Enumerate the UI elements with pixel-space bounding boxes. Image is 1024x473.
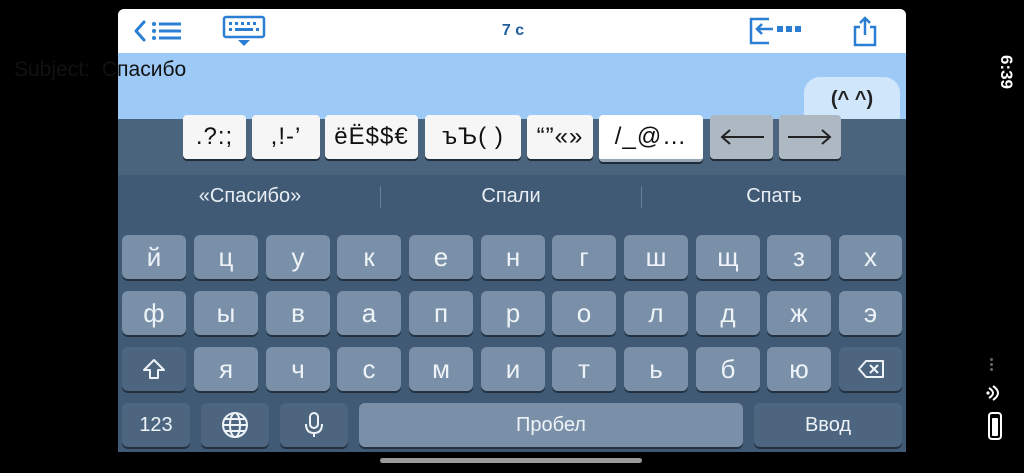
cursor-right-key[interactable] — [779, 115, 841, 159]
globe-key[interactable] — [201, 403, 269, 447]
key[interactable]: л — [624, 291, 688, 335]
share-button[interactable] — [846, 9, 884, 53]
symbol-key-punctuation[interactable]: .?:; — [183, 115, 246, 159]
key[interactable]: и — [481, 347, 545, 391]
key[interactable]: а — [337, 291, 401, 335]
key[interactable]: в — [266, 291, 330, 335]
key[interactable]: д — [696, 291, 760, 335]
key[interactable]: м — [409, 347, 473, 391]
suggestion-2[interactable]: Спали — [382, 176, 640, 216]
suggestion-3[interactable]: Спать — [643, 176, 905, 216]
numbers-key[interactable]: 123 — [122, 403, 190, 447]
suggestion-divider — [380, 186, 381, 208]
home-indicator[interactable] — [380, 458, 642, 463]
space-bar[interactable]: Пробел — [359, 403, 743, 447]
arrow-right-icon — [788, 129, 832, 145]
symbol-key-hard-sign[interactable]: ъЪ( ) — [425, 115, 521, 159]
delete-icon — [857, 360, 884, 378]
subject-field[interactable]: Спасибо — [102, 58, 186, 82]
key[interactable]: н — [481, 235, 545, 279]
subject-area — [118, 53, 906, 119]
suggestion-1[interactable]: «Спасибо» — [120, 176, 380, 216]
shift-icon — [143, 359, 165, 379]
share-icon — [853, 16, 877, 47]
suggestion-divider — [641, 186, 642, 208]
key[interactable]: о — [552, 291, 616, 335]
microphone-icon — [305, 412, 323, 437]
key[interactable]: ы — [194, 291, 258, 335]
status-time-text: 6:39 — [997, 54, 1016, 90]
key[interactable]: р — [481, 291, 545, 335]
key[interactable]: й — [122, 235, 186, 279]
key[interactable]: ч — [266, 347, 330, 391]
key[interactable]: е — [409, 235, 473, 279]
more-dots-icon — [990, 358, 994, 372]
keyboard-icon — [222, 15, 266, 46]
status-time: 6:39 — [996, 52, 1016, 92]
key[interactable]: с — [337, 347, 401, 391]
cursor-left-key[interactable] — [710, 115, 773, 159]
document-title: 7 c — [501, 22, 525, 39]
sidebar-toggle-icon — [749, 17, 801, 45]
delete-key[interactable] — [839, 347, 902, 391]
symbol-key-quotes[interactable]: “”«» — [527, 115, 593, 159]
shift-key[interactable] — [122, 347, 186, 391]
key[interactable]: ф — [122, 291, 186, 335]
arrow-left-icon — [719, 129, 764, 145]
return-key[interactable]: Ввод — [754, 403, 902, 447]
key[interactable]: к — [337, 235, 401, 279]
key[interactable]: у — [266, 235, 330, 279]
phone-screen: { "status": { "time": "6:39" }, "toolbar… — [0, 0, 1024, 473]
back-chevron-icon — [134, 20, 181, 42]
dictation-key[interactable] — [280, 403, 348, 447]
key[interactable]: п — [409, 291, 473, 335]
symbol-key-slash[interactable]: /_@… — [599, 115, 703, 162]
toolbar: 7 c — [118, 9, 906, 53]
key[interactable]: щ — [696, 235, 760, 279]
key[interactable]: х — [839, 235, 902, 279]
sidebar-toggle-button[interactable] — [746, 9, 808, 53]
key[interactable]: г — [552, 235, 616, 279]
battery-icon — [988, 412, 1002, 440]
list-icon — [152, 22, 181, 40]
key[interactable]: ц — [194, 235, 258, 279]
key[interactable]: з — [767, 235, 831, 279]
key[interactable]: б — [696, 347, 760, 391]
symbol-key-letters-currency[interactable]: ёЁ$$€ — [325, 115, 418, 159]
key[interactable]: я — [194, 347, 258, 391]
back-list-button[interactable] — [130, 9, 186, 53]
key[interactable]: ш — [624, 235, 688, 279]
subject-label: Subject: — [14, 58, 90, 81]
key[interactable]: ь — [624, 347, 688, 391]
wifi-icon — [985, 384, 1003, 407]
keyboard-button[interactable] — [220, 9, 268, 53]
key[interactable]: т — [552, 347, 616, 391]
symbol-key-marks[interactable]: ,!-’ — [252, 115, 320, 159]
key[interactable]: ж — [767, 291, 831, 335]
key[interactable]: ю — [767, 347, 831, 391]
globe-icon — [222, 412, 248, 438]
key[interactable]: э — [839, 291, 902, 335]
